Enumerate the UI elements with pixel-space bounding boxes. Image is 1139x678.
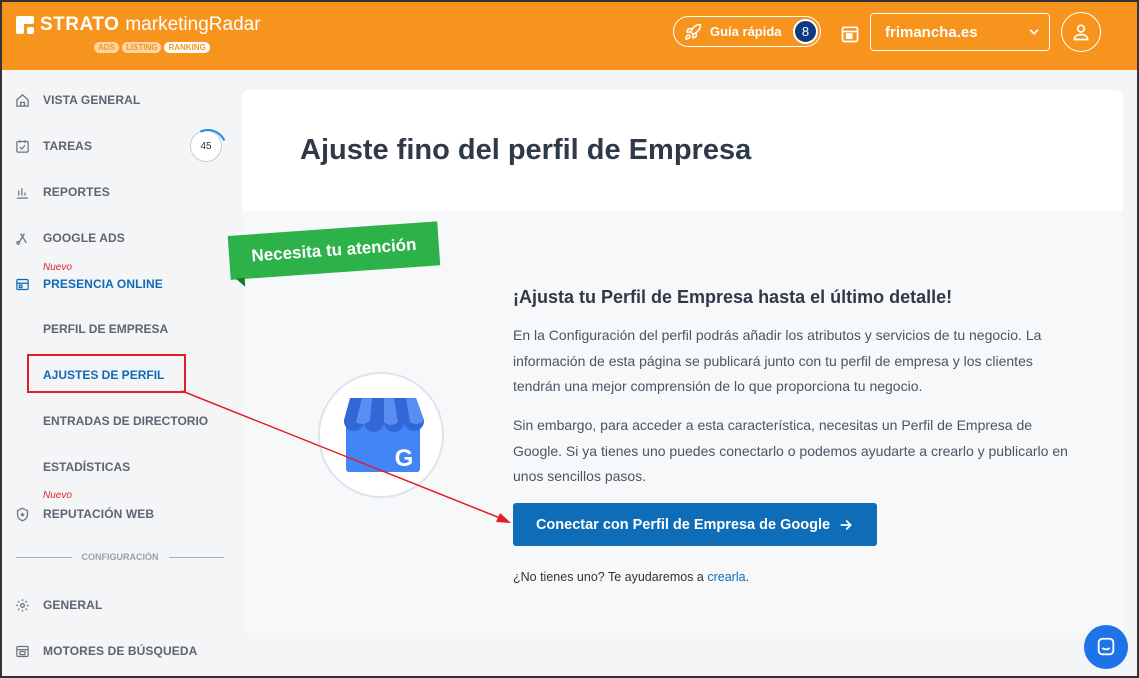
sidebar-item-online-presence[interactable]: PRESENCIA ONLINE	[14, 276, 163, 292]
annotation-highlight-box	[27, 354, 186, 393]
chevron-down-icon	[1029, 29, 1039, 35]
svg-text:G: G	[395, 445, 414, 472]
sidebar-subitem-statistics[interactable]: ESTADÍSTICAS	[43, 460, 130, 474]
brand-name: STRATO	[40, 14, 120, 35]
bar-chart-icon	[14, 184, 30, 200]
sidebar-subitem-business-profile[interactable]: PERFIL DE EMPRESA	[43, 322, 168, 336]
tag-ads: ADS	[94, 42, 119, 53]
domain-select[interactable]: frimancha.es	[870, 13, 1050, 51]
top-header: STRATO marketingRadar ADS LISTING RANKIN…	[2, 2, 1137, 70]
page-header-card: Ajuste fino del perfil de Empresa	[242, 90, 1123, 211]
quick-guide-count: 8	[793, 19, 818, 44]
requirement-paragraph: Sin embargo, para acceder a esta caracte…	[513, 417, 1068, 484]
chat-support-button[interactable]	[1084, 625, 1128, 669]
calendar-icon[interactable]	[840, 24, 860, 44]
sidebar-item-web-reputation[interactable]: REPUTACIÓN WEB	[14, 506, 154, 522]
user-icon	[1073, 24, 1089, 41]
new-badge: Nuevo	[43, 262, 72, 273]
rocket-icon	[685, 23, 702, 40]
strato-logo-icon	[16, 16, 34, 34]
domain-select-value: frimancha.es	[885, 23, 978, 41]
connect-google-business-button[interactable]: Conectar con Perfil de Empresa de Google	[513, 503, 877, 546]
quick-guide-label: Guía rápida	[710, 24, 782, 39]
section-title: ¡Ajusta tu Perfil de Empresa hasta el úl…	[513, 287, 953, 307]
sidebar-item-label: PRESENCIA ONLINE	[43, 277, 163, 291]
connect-button-label: Conectar con Perfil de Empresa de Google	[535, 516, 831, 533]
sidebar-item-reports[interactable]: REPORTES	[14, 184, 110, 200]
browser-icon	[14, 643, 30, 659]
sidebar-subitem-directory-entries[interactable]: ENTRADAS DE DIRECTORIO	[43, 414, 208, 428]
product-tags: ADS LISTING RANKING	[94, 42, 210, 53]
sidebar-item-label: VISTA GENERAL	[43, 93, 141, 107]
checklist-icon	[14, 138, 30, 154]
new-badge: Nuevo	[43, 490, 72, 501]
google-business-illustration: G	[318, 372, 444, 498]
attention-label: Necesita tu atención	[227, 221, 441, 280]
tasks-count-badge: 45	[190, 130, 222, 162]
intro-paragraph: En la Configuración del perfil podrás añ…	[513, 327, 1042, 394]
shield-star-icon	[14, 506, 30, 522]
sidebar-item-google-ads[interactable]: GOOGLE ADS	[14, 230, 125, 246]
sidebar-item-label: GOOGLE ADS	[43, 231, 125, 245]
tag-ranking: RANKING	[164, 42, 210, 53]
config-separator: CONFIGURACIÓN	[16, 552, 224, 562]
sidebar-item-tasks[interactable]: TAREAS	[14, 138, 92, 154]
no-account-text: ¿No tienes uno? Te ayudaremos a crearla.	[513, 570, 750, 584]
chat-icon	[1097, 637, 1115, 656]
page-title: Ajuste fino del perfil de Empresa	[300, 134, 752, 166]
google-storefront-icon: G	[343, 398, 425, 472]
create-profile-link[interactable]: crearla	[707, 570, 745, 584]
tag-listing: LISTING	[121, 42, 162, 53]
config-label: CONFIGURACIÓN	[81, 552, 159, 562]
sidebar-item-general[interactable]: GENERAL	[14, 597, 102, 613]
sidebar-item-overview[interactable]: VISTA GENERAL	[14, 92, 140, 108]
sidebar-item-label: REPORTES	[43, 185, 110, 199]
sidebar-item-label: GENERAL	[43, 598, 103, 612]
storefront-icon	[14, 276, 30, 292]
gear-icon	[14, 597, 30, 613]
sidebar-item-label: TAREAS	[43, 139, 93, 153]
product-name: marketingRadar	[125, 14, 261, 35]
app-frame: STRATO marketingRadar ADS LISTING RANKIN…	[0, 0, 1139, 678]
sidebar-item-label: REPUTACIÓN WEB	[43, 507, 155, 521]
google-ads-icon	[14, 230, 30, 246]
sidebar-item-label: MOTORES DE BÚSQUEDA	[43, 644, 198, 658]
sidebar-item-search-engines[interactable]: MOTORES DE BÚSQUEDA	[14, 643, 197, 659]
user-account-button[interactable]	[1061, 12, 1101, 52]
arrow-right-icon	[840, 519, 852, 530]
home-icon	[14, 92, 30, 108]
app-logo[interactable]: STRATO marketingRadar	[16, 14, 261, 36]
quick-guide-button[interactable]: Guía rápida 8	[673, 16, 821, 47]
